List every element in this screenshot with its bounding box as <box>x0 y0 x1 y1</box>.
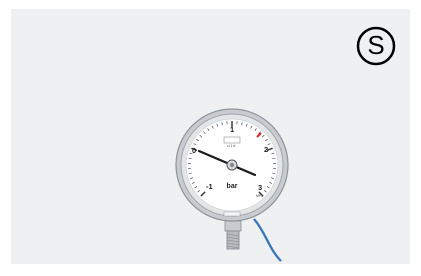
pressure-gauge-icon: -1 0 1 2 3 bar MPa cl 1.6 <box>175 108 289 262</box>
cable <box>253 218 282 262</box>
s-badge-icon: S <box>356 26 396 66</box>
badge-letter: S <box>367 30 384 60</box>
dial-label-1: 1 <box>230 125 234 134</box>
gauge-socket <box>224 220 242 232</box>
gauge-secondary-scale: MPa <box>256 194 263 198</box>
gauge-nameplate <box>223 211 241 217</box>
dial-label-3: 3 <box>258 183 262 192</box>
product-card: S -1 0 1 2 3 bar MPa cl 1.6 <box>11 9 410 264</box>
dial-label-0: 0 <box>192 146 196 155</box>
gauge-unit: bar <box>227 183 238 190</box>
dial-label-2: 2 <box>264 145 268 154</box>
gauge-class-mark: cl 1.6 <box>227 144 235 148</box>
dial-label-minus1: -1 <box>206 182 213 191</box>
